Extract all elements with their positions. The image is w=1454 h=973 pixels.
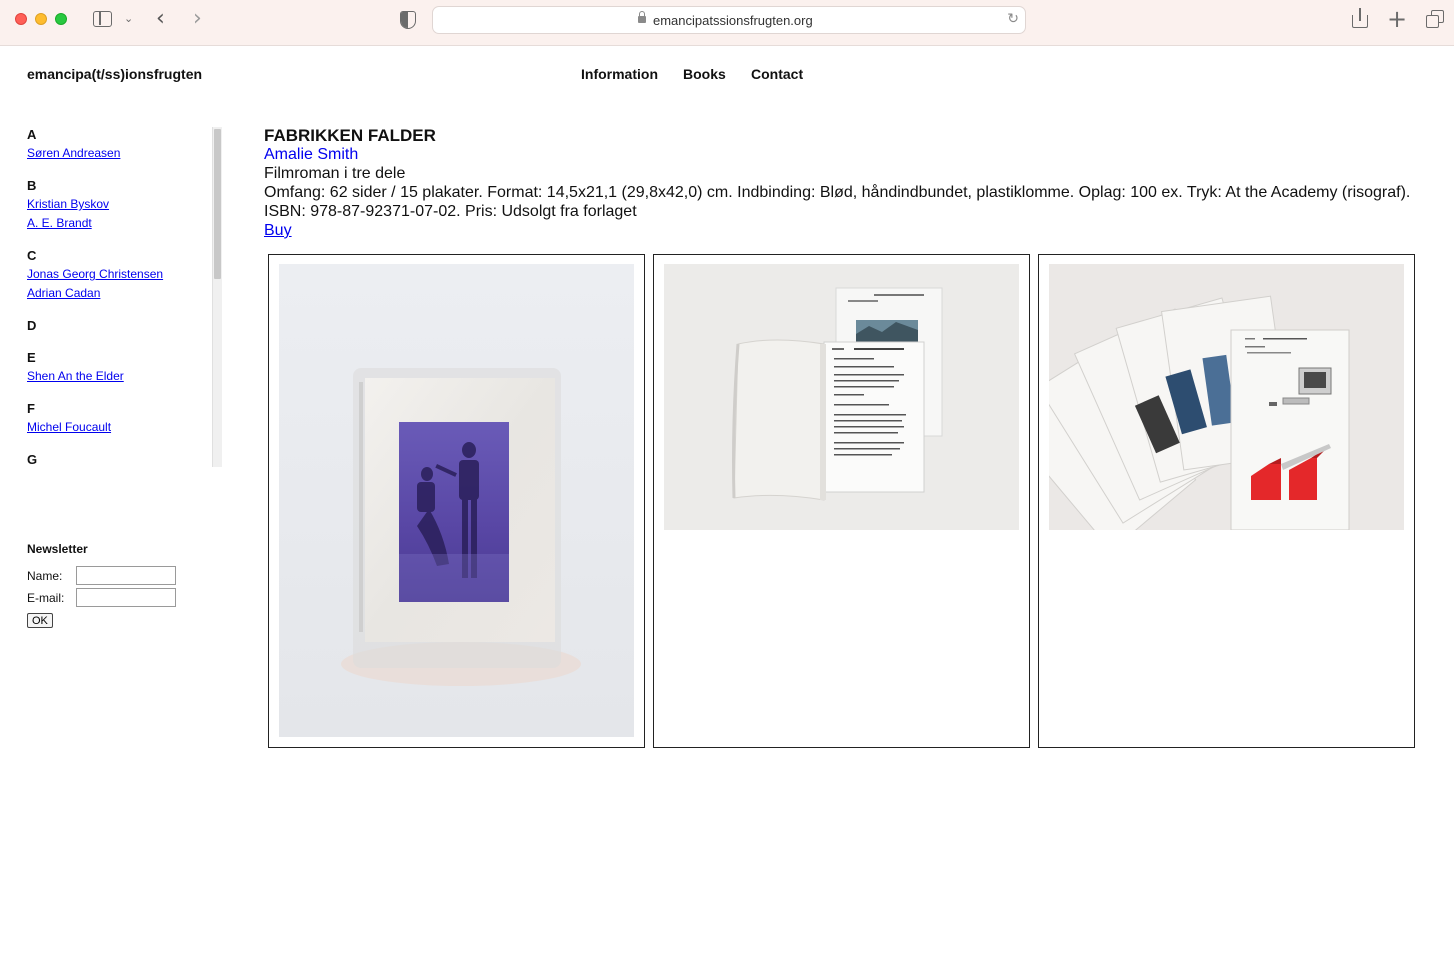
minimize-window-button[interactable]: [35, 13, 47, 25]
index-letter: B: [27, 178, 37, 193]
index-group-b: B Kristian Byskov A. E. Brandt: [27, 178, 207, 235]
browser-toolbar: ⌄ ‹ › emancipatssionsfrugten.org ↻ +: [0, 0, 1454, 46]
sidebar-toggle-icon[interactable]: [93, 11, 112, 27]
book-subtitle: Filmroman i tre dele: [264, 165, 406, 182]
author-index[interactable]: A Søren Andreasen B Kristian Byskov A. E. Br…: [27, 127, 222, 467]
index-scroll-thumb[interactable]: [214, 129, 221, 279]
author-link[interactable]: Jonas Georg Christensen: [27, 267, 207, 286]
chevron-down-icon[interactable]: ⌄: [124, 12, 133, 25]
book-photo-open: [664, 264, 1019, 530]
index-group-a: A Søren Andreasen: [27, 127, 207, 165]
author-link[interactable]: Michel Foucault: [27, 420, 207, 439]
zoom-window-button[interactable]: [55, 13, 67, 25]
email-label: E-mail:: [27, 591, 65, 605]
author-link[interactable]: A. E. Brandt: [27, 216, 207, 235]
newsletter-ok-button[interactable]: OK: [27, 613, 53, 628]
book-photo-sleeve: [279, 264, 634, 737]
newsletter-title: Newsletter: [27, 542, 88, 556]
index-letter: G: [27, 452, 38, 467]
share-icon[interactable]: [1352, 8, 1368, 28]
book-image-frame-1[interactable]: [268, 254, 645, 748]
index-letter: D: [27, 318, 37, 333]
book-image-frame-3[interactable]: [1038, 254, 1415, 748]
index-letter: E: [27, 350, 36, 365]
buy-link[interactable]: Buy: [264, 221, 292, 240]
author-link[interactable]: Kristian Byskov: [27, 197, 207, 216]
address-bar[interactable]: emancipatssionsfrugten.org ↻: [432, 6, 1026, 34]
author-link[interactable]: Adrian Cadan: [27, 286, 207, 305]
back-arrow-icon[interactable]: ‹: [156, 6, 165, 31]
index-letter: F: [27, 401, 35, 416]
new-tab-icon[interactable]: +: [1387, 5, 1407, 33]
tab-overview-icon[interactable]: [1426, 10, 1444, 28]
reload-icon[interactable]: ↻: [1007, 11, 1019, 27]
index-scrollbar[interactable]: [212, 127, 222, 467]
index-group-d: D: [27, 318, 207, 337]
index-group-c: C Jonas Georg Christensen Adrian Cadan: [27, 248, 207, 305]
name-label: Name:: [27, 569, 63, 583]
book-isbn-price: ISBN: 978-87-92371-07-02. Pris: Udsolgt …: [264, 203, 637, 220]
index-group-e: E Shen An the Elder: [27, 350, 207, 388]
book-title: FABRIKKEN FALDER: [264, 126, 436, 145]
url-text: emancipatssionsfrugten.org: [653, 13, 813, 28]
forward-arrow-icon[interactable]: ›: [193, 6, 202, 31]
book-image-frame-2[interactable]: [653, 254, 1030, 748]
posters-photo-fanned: [1049, 264, 1404, 530]
index-letter: C: [27, 248, 37, 263]
close-window-button[interactable]: [15, 13, 27, 25]
name-field[interactable]: [76, 566, 176, 585]
site-title[interactable]: emancipa(t/ss)ionsfrugten: [27, 66, 202, 82]
index-letter: A: [27, 127, 37, 142]
newsletter-form: Newsletter Name: E-mail: OK: [27, 542, 227, 628]
email-field[interactable]: [76, 588, 176, 607]
book-author-link[interactable]: Amalie Smith: [264, 145, 1434, 164]
book-specs: Omfang: 62 sider / 15 plakater. Format: …: [264, 184, 1411, 201]
author-link[interactable]: Shen An the Elder: [27, 369, 207, 388]
privacy-shield-icon[interactable]: [400, 11, 416, 29]
book-details: FABRIKKEN FALDER Amalie Smith Filmroman …: [264, 126, 1434, 240]
nav-books[interactable]: Books: [683, 66, 726, 82]
nav-information[interactable]: Information: [581, 66, 658, 82]
author-link[interactable]: Søren Andreasen: [27, 146, 207, 165]
nav-contact[interactable]: Contact: [751, 66, 803, 82]
index-group-g: G: [27, 452, 207, 467]
index-group-f: F Michel Foucault: [27, 401, 207, 439]
lock-icon: [638, 11, 646, 23]
author-index-list: A Søren Andreasen B Kristian Byskov A. E. Br…: [27, 127, 207, 467]
